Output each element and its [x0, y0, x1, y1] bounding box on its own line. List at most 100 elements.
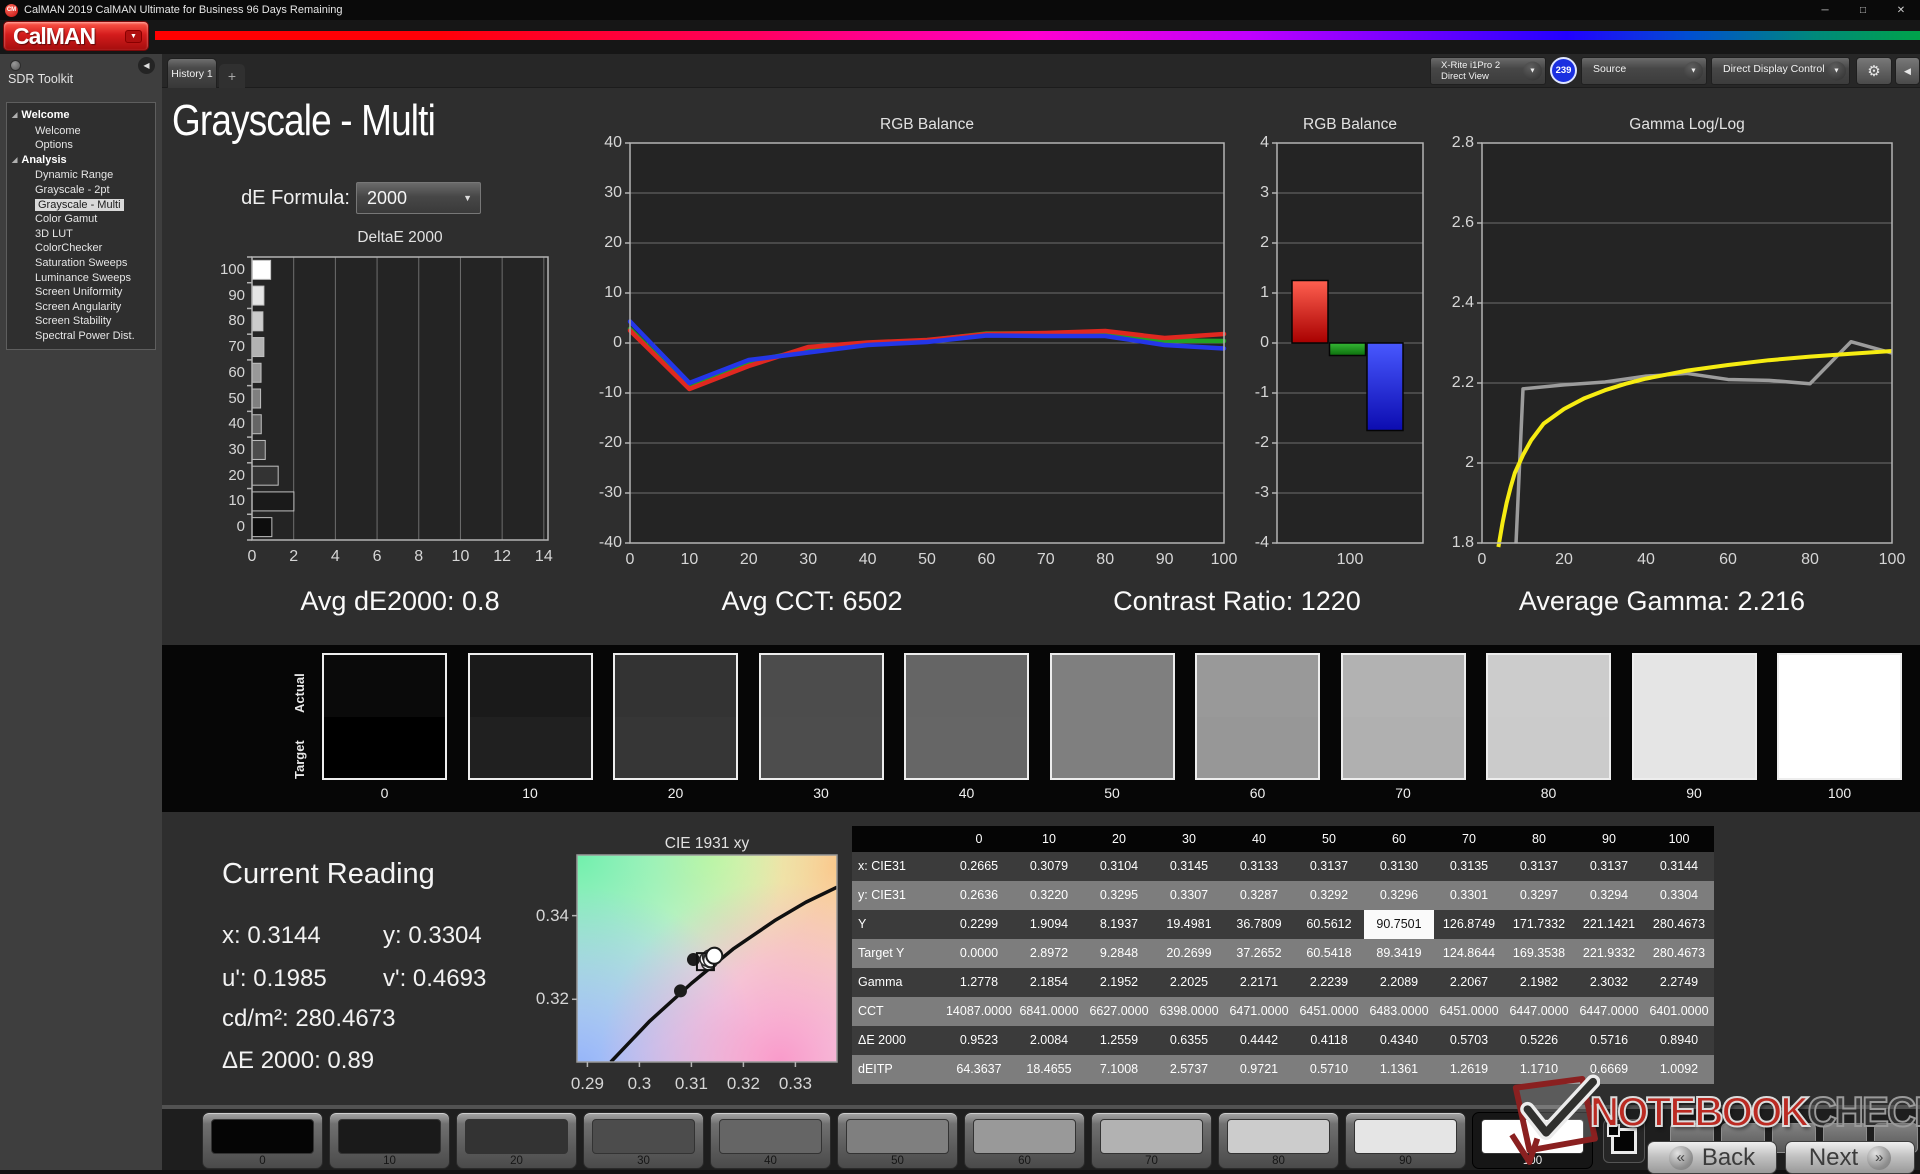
table-cell: 9.2848 [1099, 946, 1139, 960]
table-cell: 0.9523 [959, 1033, 999, 1047]
rgbline-ytick--10: -10 [598, 384, 622, 401]
table-cell: 2.5737 [1169, 1062, 1209, 1076]
pattern-swatch-80 [1227, 1119, 1330, 1154]
back-button[interactable]: « Back [1647, 1141, 1777, 1174]
close-button[interactable]: ✕ [1882, 0, 1920, 20]
menu-group-analysis[interactable]: ◢ Analysis [7, 153, 155, 169]
swatch-target-30 [760, 716, 882, 778]
table-cell: 2.8972 [1029, 946, 1069, 960]
source-dropdown[interactable]: Source ▼ [1581, 57, 1707, 85]
sidebar: ◀ SDR Toolkit ◢ Welcome Welcome Options ◢ Ana… [0, 54, 162, 1170]
target-row-label: Target [292, 740, 307, 779]
menu-item-color-gamut[interactable]: Color Gamut [7, 212, 155, 227]
pattern-button-30[interactable]: 30 [583, 1112, 704, 1169]
pattern-window-button[interactable] [1603, 1119, 1645, 1163]
menu-item-screen-stability[interactable]: Screen Stability [7, 314, 155, 329]
menu-item-spectral-power-dist-[interactable]: Spectral Power Dist. [7, 329, 155, 344]
menu-item-dynamic-range[interactable]: Dynamic Range [7, 168, 155, 183]
gear-icon[interactable]: ⚙ [1856, 57, 1892, 85]
maximize-button[interactable]: □ [1844, 0, 1882, 20]
table-cell: 0.3220 [1029, 888, 1069, 902]
deltae-xtick-8: 8 [414, 548, 424, 565]
swatch-target-80 [1488, 716, 1609, 778]
rgbline-ytick--30: -30 [598, 484, 622, 501]
grayscale-swatch-90 [1631, 653, 1757, 780]
table-cell: 6471.0000 [1229, 1004, 1289, 1018]
swatch-target-0 [324, 716, 445, 778]
next-button[interactable]: Next » [1785, 1141, 1915, 1174]
menu-item-grayscale-2pt[interactable]: Grayscale - 2pt [7, 183, 155, 198]
rgbline-xtick-0: 0 [625, 551, 635, 568]
pattern-button-50[interactable]: 50 [837, 1112, 958, 1169]
pattern-button-100[interactable]: 100 [1472, 1112, 1593, 1169]
table-cell: 6451.0000 [1299, 1004, 1359, 1018]
sidebar-bullet-icon[interactable] [10, 60, 21, 71]
sidebar-collapse-icon[interactable]: ◀ [138, 57, 155, 74]
swatch-actual-20 [615, 655, 736, 717]
tab-history-1[interactable]: History 1 [167, 58, 217, 88]
menu-item-grayscale-multi[interactable]: Grayscale - Multi [7, 198, 155, 213]
add-tab-button[interactable]: + [219, 64, 245, 88]
rgbbar-xtick-100: 100 [1336, 551, 1364, 568]
table-cell: 1.9094 [1029, 917, 1069, 931]
chevron-down-icon[interactable]: ▼ [1523, 61, 1542, 81]
pattern-button-0[interactable]: 0 [202, 1112, 323, 1169]
minimize-button[interactable]: ─ [1806, 0, 1844, 20]
table-row-cct: CCT 14087.0000 6841.0000 6627.0000 6398.0000… [852, 997, 1714, 1026]
tree-expander-icon[interactable]: ◢ [12, 112, 17, 119]
table-cell: 60.5612 [1306, 917, 1352, 931]
table-cell: 171.7332 [1512, 917, 1566, 931]
calman-logo-button[interactable]: CalMAN ▼ [3, 21, 149, 51]
chevron-down-icon[interactable]: ▼ [1827, 61, 1846, 81]
cie-xtick-0.29: 0.29 [570, 1074, 604, 1093]
menu-item-saturation-sweeps[interactable]: Saturation Sweeps [7, 256, 155, 271]
table-cell: 1.0092 [1659, 1062, 1699, 1076]
menu-item-3d-lut[interactable]: 3D LUT [7, 227, 155, 242]
pattern-button-20[interactable]: 20 [456, 1112, 577, 1169]
menu-item-options[interactable]: Options [7, 138, 155, 153]
menu-item-welcome[interactable]: Welcome [7, 124, 155, 139]
pattern-button-90[interactable]: 90 [1345, 1112, 1466, 1169]
table-cell: 2.2089 [1379, 975, 1419, 989]
menu-group-welcome[interactable]: ◢ Welcome [7, 108, 155, 124]
cie-ytick-0.32: 0.32 [535, 989, 569, 1009]
pattern-button-60[interactable]: 60 [964, 1112, 1085, 1169]
table-cell: 0.3137 [1309, 859, 1349, 873]
display-control-dropdown[interactable]: Direct Display Control ▼ [1711, 57, 1850, 85]
rgbline-xtick-50: 50 [918, 551, 936, 568]
table-cell: 6447.0000 [1509, 1004, 1569, 1018]
current-reading-cdm: cd/m²: 280.4673 [222, 1005, 396, 1032]
pattern-button-label: 70 [1145, 1155, 1158, 1167]
pattern-button-10[interactable]: 10 [329, 1112, 450, 1169]
meter-dropdown[interactable]: X-Rite i1Pro 2 Direct View ▼ [1430, 57, 1546, 85]
deltae-ytick-60: 60 [228, 363, 245, 381]
table-cell: 6627.0000 [1089, 1004, 1149, 1018]
chevron-down-icon[interactable]: ▼ [1684, 61, 1703, 81]
menu-item-screen-angularity[interactable]: Screen Angularity [7, 300, 155, 315]
rainbow-strip [155, 31, 1920, 40]
menu-item-colorchecker[interactable]: ColorChecker [7, 241, 155, 256]
pattern-button-40[interactable]: 40 [710, 1112, 831, 1169]
table-cell: 0.3130 [1379, 859, 1419, 873]
cie-diagram-background [577, 855, 837, 1062]
table-cell: 0.3292 [1309, 888, 1349, 902]
table-cell: 2.2171 [1239, 975, 1279, 989]
table-row-target-y: Target Y 0.0000 2.8972 9.2848 20.2699 37.2652… [852, 939, 1714, 968]
de-formula-select[interactable]: 2000 ▼ [356, 182, 481, 214]
panel-collapse-icon[interactable]: ◀ [1895, 57, 1920, 85]
deltae-xtick-2: 2 [289, 548, 299, 565]
tree-expander-icon[interactable]: ◢ [12, 157, 17, 164]
gamma-xtick-80: 80 [1801, 551, 1819, 568]
menu-item-screen-uniformity[interactable]: Screen Uniformity [7, 285, 155, 300]
menu-item-luminance-sweeps[interactable]: Luminance Sweeps [7, 271, 155, 286]
swatch-target-50 [1051, 716, 1173, 778]
table-cell: 2.0084 [1029, 1033, 1069, 1047]
swatch-actual-80 [1488, 655, 1609, 717]
pattern-button-80[interactable]: 80 [1218, 1112, 1339, 1169]
table-cell: 221.1421 [1582, 917, 1636, 931]
table-cell: 0.3145 [1169, 859, 1209, 873]
pattern-button-label: 60 [1018, 1155, 1031, 1167]
table-row-label: Y [858, 917, 867, 931]
table-cell: 0.0000 [959, 946, 999, 960]
pattern-button-70[interactable]: 70 [1091, 1112, 1212, 1169]
